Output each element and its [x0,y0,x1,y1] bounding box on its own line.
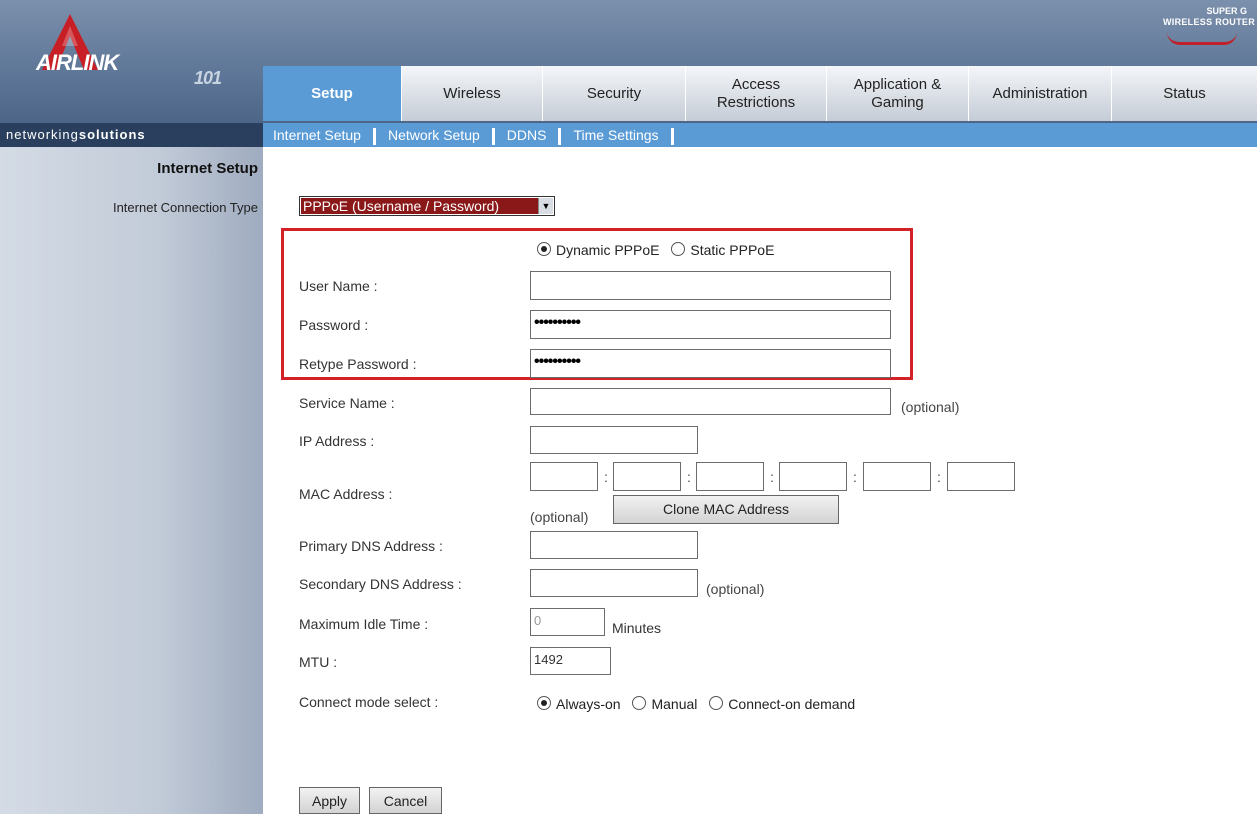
cancel-button[interactable]: Cancel [369,787,442,814]
mtu-input[interactable]: 1492 [530,647,611,675]
idle-time-input[interactable]: 0 [530,608,605,636]
idle-time-unit: Minutes [612,620,662,636]
connection-type-label: Internet Connection Type [112,200,258,215]
mac-octet-4[interactable] [779,462,847,491]
badge-line1: SUPER G [1206,6,1247,16]
mac-address-label: MAC Address : [299,486,393,502]
username-input[interactable] [530,271,891,300]
brand-number: 101 [194,68,222,88]
mac-octet-6[interactable] [947,462,1015,491]
subnav-separator [670,127,674,145]
radio-static-pppoe-label: Static PPPoE [690,242,775,258]
chevron-down-icon[interactable]: ▼ [538,198,553,214]
radio-connect-on-demand-label: Connect-on demand [728,696,856,712]
tagline-light: networking [6,127,79,142]
clone-mac-button[interactable]: Clone MAC Address [613,495,839,524]
airlink-logo: AIRLINK 101 [0,0,263,123]
badge-line2: WIRELESS ROUTER [1162,17,1255,27]
radio-dynamic-pppoe[interactable] [537,242,551,256]
mtu-label: MTU : [299,654,338,670]
mac-octet-3[interactable] [696,462,764,491]
section-title: Internet Setup [157,160,258,177]
subnav-internet-setup[interactable]: Internet Setup [263,127,373,143]
password-label: Password : [299,317,369,333]
connect-mode-group: Always-on Manual Connect-on demand [537,696,863,712]
radio-manual[interactable] [632,696,647,710]
mac-separator: : [937,469,941,485]
secondary-dns-hint: (optional) [706,581,765,597]
subnav-time-settings[interactable]: Time Settings [561,127,670,143]
primary-dns-label: Primary DNS Address : [299,538,443,554]
brand-name: AIRLINK [36,50,119,75]
brand-wordmark: AIRLINK 101 [36,50,222,88]
radio-dynamic-pppoe-label: Dynamic PPPoE [556,242,660,258]
subnav-ddns[interactable]: DDNS [495,127,559,143]
mac-separator: : [604,469,608,485]
radio-manual-label: Manual [651,696,698,712]
mac-separator: : [853,469,857,485]
tab-setup[interactable]: Setup [263,66,402,121]
pppoe-mode-group: Dynamic PPPoE Static PPPoE [537,242,782,258]
ip-address-label: IP Address : [299,433,375,449]
retype-password-label: Retype Password : [299,356,417,372]
tab-security[interactable]: Security [543,66,686,121]
primary-dns-input[interactable] [530,531,698,559]
mac-octet-1[interactable] [530,462,598,491]
super-g-badge: SUPER G WIRELESS ROUTER [1137,4,1257,45]
secondary-dns-input[interactable] [530,569,698,597]
main-tabs: Setup Wireless Security Access Restricti… [263,66,1257,121]
username-label: User Name : [299,278,378,294]
radio-static-pppoe[interactable] [671,242,686,256]
secondary-dns-label: Secondary DNS Address : [299,576,462,592]
connection-type-value: PPPoE (Username / Password) [301,198,538,214]
service-name-label: Service Name : [299,395,395,411]
mac-separator: : [770,469,774,485]
mac-octet-5[interactable] [863,462,931,491]
mac-separator: : [687,469,691,485]
tab-application-gaming[interactable]: Application & Gaming [827,66,969,121]
sub-navigation: Internet Setup Network Setup DDNS Time Sett… [263,123,1257,147]
tab-status[interactable]: Status [1112,66,1257,121]
tagline: networkingsolutions [0,123,263,147]
badge-swoosh-icon [1167,32,1237,45]
subnav-network-setup[interactable]: Network Setup [376,127,492,143]
mac-hint: (optional) [530,509,589,525]
apply-button[interactable]: Apply [299,787,360,814]
password-input[interactable]: •••••••••• [530,310,891,339]
connect-mode-label: Connect mode select : [299,694,439,710]
connection-type-select[interactable]: PPPoE (Username / Password) ▼ [299,196,555,216]
left-panel [0,123,263,814]
tagline-bold: solutions [78,127,146,142]
idle-time-label: Maximum Idle Time : [299,616,429,632]
radio-always-on[interactable] [537,696,551,710]
retype-password-input[interactable]: •••••••••• [530,349,891,378]
mac-octet-2[interactable] [613,462,681,491]
tab-wireless[interactable]: Wireless [402,66,543,121]
radio-connect-on-demand[interactable] [709,696,724,710]
tab-access-restrictions[interactable]: Access Restrictions [686,66,827,121]
radio-always-on-label: Always-on [556,696,621,712]
service-name-hint: (optional) [901,399,960,415]
service-name-input[interactable] [530,388,891,415]
tab-administration[interactable]: Administration [969,66,1112,121]
ip-address-input[interactable] [530,426,698,454]
